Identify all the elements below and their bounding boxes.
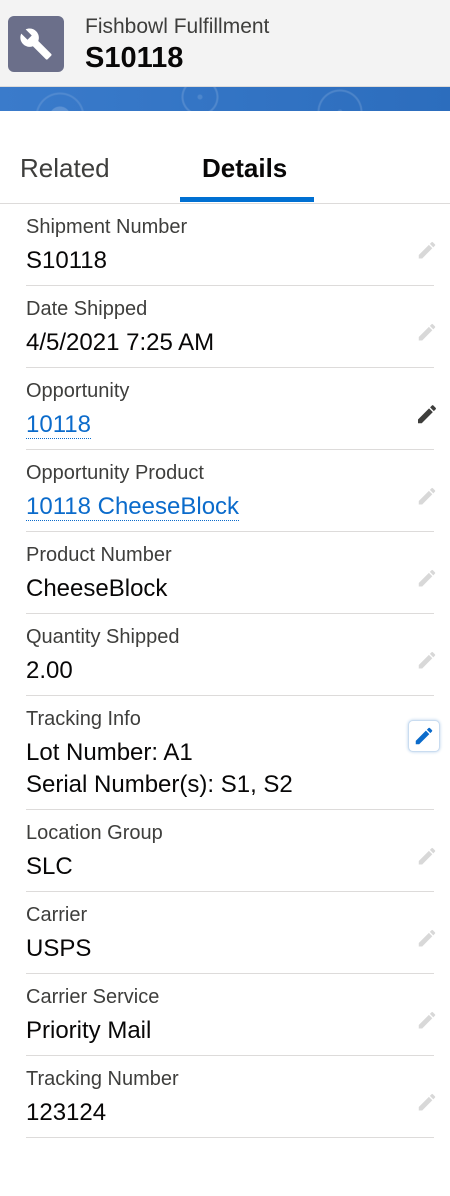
field-value: Lot Number: A1 Serial Number(s): S1, S2 [26,732,434,809]
record-header: Fishbowl Fulfillment S10118 [0,0,450,87]
field-date-shipped: Date Shipped 4/5/2021 7:25 AM [26,286,436,368]
field-label: Product Number [26,544,172,566]
field-carrier: Carrier USPS [26,892,436,974]
field-label: Date Shipped [26,298,148,320]
wrench-icon [8,16,64,72]
field-opportunity: Opportunity 10118 [26,368,436,450]
tab-details[interactable]: Details [202,153,287,184]
tab-related[interactable]: Related [20,153,110,184]
field-value: S10118 [26,247,107,274]
field-label: Location Group [26,822,163,844]
record-title: S10118 [85,42,184,74]
field-opportunity-product: Opportunity Product 10118 CheeseBlock [26,450,436,532]
field-value: 2.00 [26,657,73,684]
edit-pencil-icon[interactable] [414,237,440,263]
field-product-number: Product Number CheeseBlock [26,532,436,614]
field-label: Opportunity [26,380,130,402]
field-label: Shipment Number [26,216,188,238]
field-shipment-number: Shipment Number S10118 [26,204,436,286]
opportunity-product-link[interactable]: 10118 CheeseBlock [26,493,240,521]
active-tab-indicator [180,197,314,202]
field-label: Tracking Info [26,708,141,730]
field-value: SLC [26,853,73,880]
edit-pencil-icon[interactable] [414,1007,440,1033]
edit-pencil-icon[interactable] [414,925,440,951]
field-value: 10118 CheeseBlock [26,486,434,531]
field-value: CheeseBlock [26,575,168,602]
opportunity-link[interactable]: 10118 [26,411,91,439]
field-value: Priority Mail [26,1017,152,1044]
tracking-info-line-1: Lot Number: A1 [26,739,193,766]
edit-pencil-icon[interactable] [414,319,440,345]
field-value: 123124 [26,1099,107,1126]
field-label: Opportunity Product [26,462,204,484]
field-tracking-info: Tracking Info Lot Number: A1 Serial Numb… [26,696,440,810]
field-value: 4/5/2021 7:25 AM [26,329,215,356]
header-banner [0,87,450,111]
field-label: Carrier [26,904,88,926]
field-label: Quantity Shipped [26,626,180,648]
tab-bar: Related Details [0,111,450,204]
field-label: Tracking Number [26,1068,179,1090]
object-type-label: Fishbowl Fulfillment [85,15,270,38]
edit-pencil-icon[interactable] [414,401,440,427]
field-value: USPS [26,935,92,962]
field-quantity-shipped: Quantity Shipped 2.00 [26,614,436,696]
edit-pencil-icon[interactable] [414,565,440,591]
edit-pencil-icon[interactable] [414,483,440,509]
edit-pencil-icon[interactable] [408,720,440,752]
edit-pencil-icon[interactable] [414,647,440,673]
edit-pencil-icon[interactable] [414,1089,440,1115]
edit-pencil-icon[interactable] [414,843,440,869]
field-tracking-number: Tracking Number 123124 [26,1056,436,1138]
details-list: Shipment Number S10118 Date Shipped 4/5/… [0,204,450,1138]
field-carrier-service: Carrier Service Priority Mail [26,974,436,1056]
field-location-group: Location Group SLC [26,810,436,892]
tracking-info-line-2: Serial Number(s): S1, S2 [26,771,293,798]
field-label: Carrier Service [26,986,160,1008]
field-value: 10118 [26,404,434,449]
